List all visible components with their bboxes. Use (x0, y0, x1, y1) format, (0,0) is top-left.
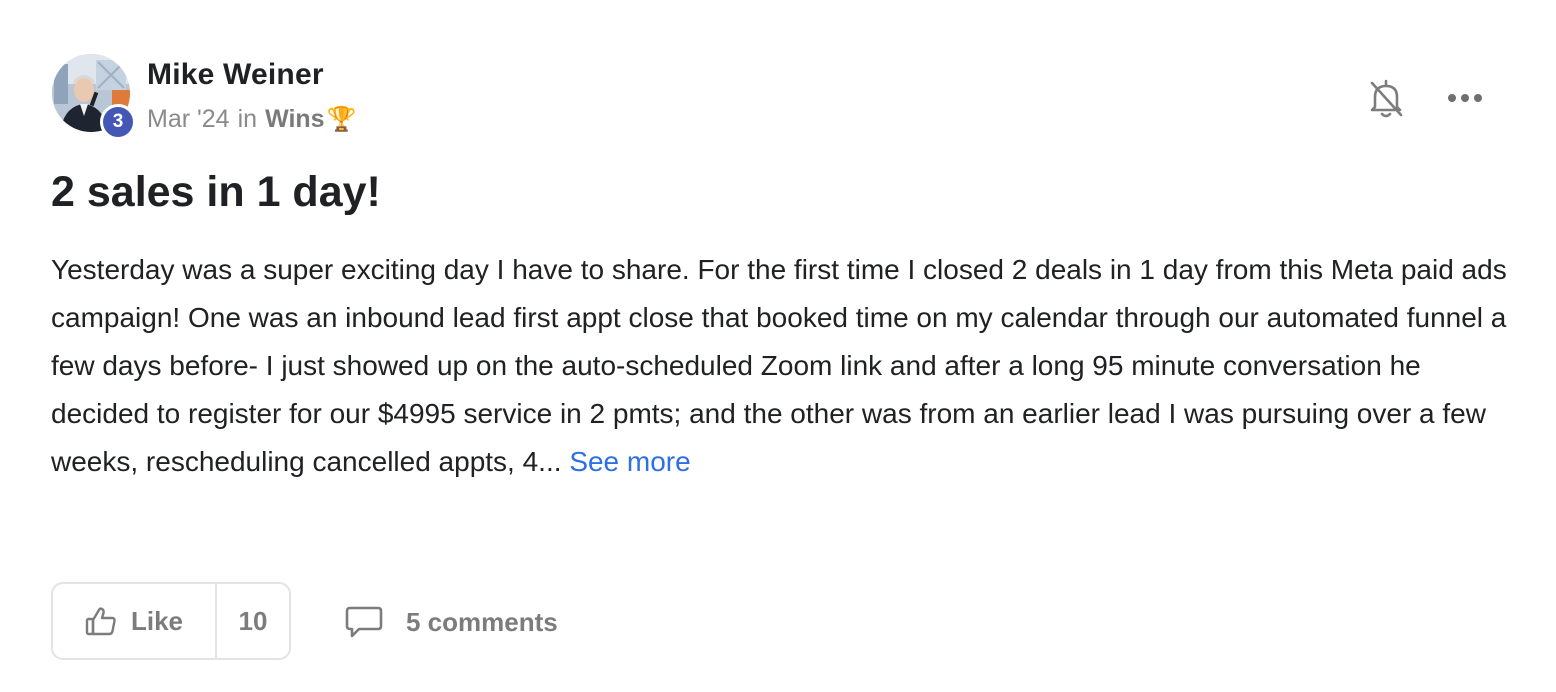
like-label: Like (130, 605, 184, 636)
more-options-button[interactable] (1444, 84, 1486, 112)
post-date[interactable]: Mar '24 (147, 105, 230, 134)
post-body-text: Yesterday was a super exciting day I hav… (51, 254, 1507, 477)
author-avatar[interactable]: 3 (52, 54, 136, 140)
like-group: Like 10 (51, 582, 291, 660)
post-meta: Mar '24 in Wins 🏆 (147, 105, 356, 134)
post-body: Yesterday was a super exciting day I hav… (51, 246, 1511, 486)
category-link[interactable]: Wins (265, 105, 325, 134)
bell-off-icon (1370, 79, 1403, 118)
notification-toggle-button[interactable] (1366, 76, 1406, 120)
comments-button[interactable]: 5 comments (344, 600, 558, 644)
level-badge: 3 (100, 104, 136, 140)
author-name[interactable]: Mike Weiner (147, 58, 324, 92)
comment-icon (345, 606, 383, 638)
meta-in-label: in (237, 105, 258, 133)
like-count[interactable]: 10 (217, 584, 289, 658)
thumbs-up-icon (85, 607, 116, 636)
comments-count-label: 5 comments (406, 606, 558, 637)
more-horizontal-icon (1448, 94, 1482, 102)
trophy-icon: 🏆 (326, 106, 357, 133)
post-card: 3 Mike Weiner Mar '24 in Wins 🏆 2 sales … (0, 0, 1556, 692)
see-more-link[interactable]: See more (569, 446, 690, 477)
like-button[interactable]: Like (53, 584, 217, 658)
post-title: 2 sales in 1 day! (51, 168, 381, 216)
